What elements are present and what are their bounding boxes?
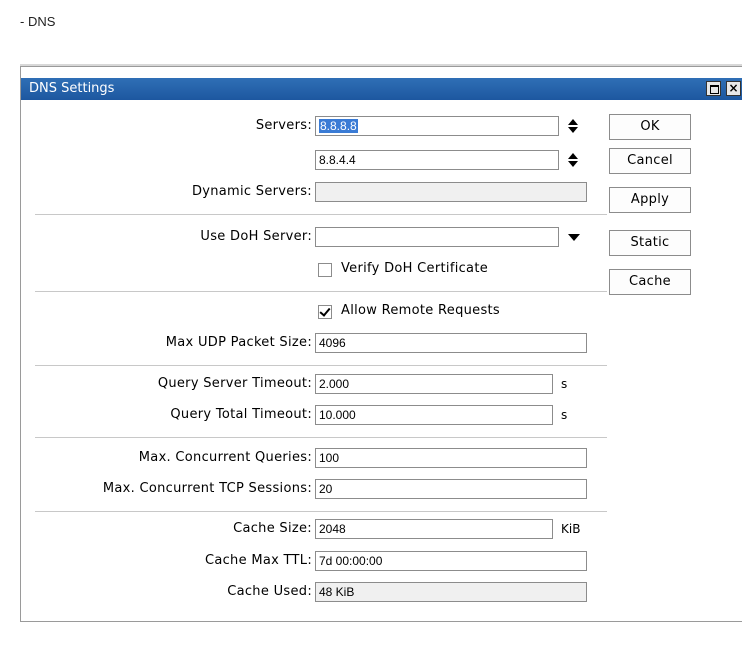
cache-size-label: Cache Size:	[233, 521, 312, 536]
server-2-value: 8.8.4.4	[319, 153, 356, 167]
use-doh-label: Use DoH Server:	[200, 229, 312, 244]
cache-size-field[interactable]: 2048	[315, 519, 553, 539]
query-server-timeout-unit: s	[561, 377, 568, 391]
verify-doh-checkbox[interactable]	[318, 263, 332, 277]
server-2-field[interactable]: 8.8.4.4	[315, 150, 559, 170]
query-server-timeout-field[interactable]: 2.000	[315, 374, 553, 394]
apply-button[interactable]: Apply	[609, 187, 691, 213]
dns-settings-window: DNS Settings × Servers: 8.8.8.8 8.8.4.4 …	[20, 66, 742, 622]
window-title: DNS Settings	[29, 81, 115, 96]
cache-max-ttl-field[interactable]: 7d 00:00:00	[315, 551, 587, 571]
window-titlebar[interactable]: DNS Settings ×	[21, 78, 742, 100]
max-concurrent-queries-label: Max. Concurrent Queries:	[138, 450, 312, 465]
server-1-field[interactable]: 8.8.8.8	[315, 116, 559, 136]
cancel-button[interactable]: Cancel	[609, 148, 691, 174]
use-doh-field[interactable]	[315, 227, 559, 247]
verify-doh-label: Verify DoH Certificate	[341, 261, 489, 276]
cache-max-ttl-label: Cache Max TTL:	[204, 553, 312, 568]
page-heading: - DNS	[20, 14, 56, 29]
query-total-timeout-field[interactable]: 10.000	[315, 405, 553, 425]
separator	[35, 437, 607, 438]
cache-button[interactable]: Cache	[609, 269, 691, 295]
cache-used-label: Cache Used:	[227, 584, 312, 599]
max-concurrent-tcp-label: Max. Concurrent TCP Sessions:	[102, 481, 312, 496]
dynamic-servers-field	[315, 182, 587, 202]
max-udp-field[interactable]: 4096	[315, 333, 587, 353]
server-1-value: 8.8.8.8	[319, 119, 358, 133]
query-total-timeout-label: Query Total Timeout:	[170, 407, 312, 422]
query-total-timeout-unit: s	[561, 408, 568, 422]
separator	[35, 511, 607, 512]
max-udp-label: Max UDP Packet Size:	[165, 335, 312, 350]
max-concurrent-tcp-field[interactable]: 20	[315, 479, 587, 499]
servers-label: Servers:	[255, 118, 312, 133]
server-2-spinner-icon[interactable]	[567, 151, 579, 169]
query-server-timeout-label: Query Server Timeout:	[157, 376, 312, 391]
doh-dropdown-icon[interactable]	[567, 228, 580, 246]
max-concurrent-queries-field[interactable]: 100	[315, 448, 587, 468]
cache-size-unit: KiB	[561, 522, 581, 536]
separator	[35, 291, 607, 292]
server-1-spinner-icon[interactable]	[567, 117, 579, 135]
allow-remote-checkbox[interactable]	[318, 305, 332, 319]
allow-remote-label: Allow Remote Requests	[341, 303, 501, 318]
cache-used-field: 48 KiB	[315, 582, 587, 602]
separator	[35, 365, 607, 366]
maximize-icon[interactable]	[706, 81, 721, 96]
ok-button[interactable]: OK	[609, 114, 691, 140]
dynamic-servers-label: Dynamic Servers:	[191, 184, 312, 199]
separator	[35, 214, 607, 215]
close-icon[interactable]: ×	[726, 81, 741, 96]
static-button[interactable]: Static	[609, 230, 691, 256]
